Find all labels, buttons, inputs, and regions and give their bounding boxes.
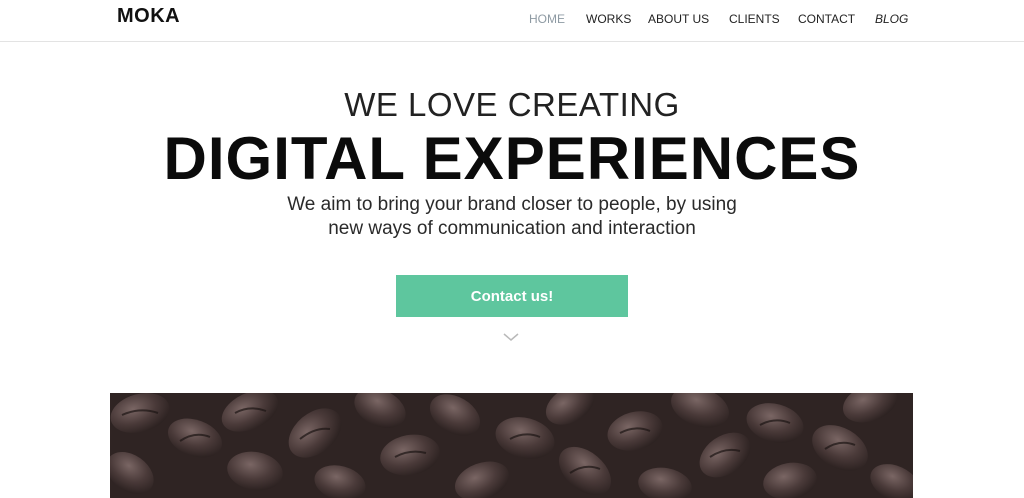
nav-item-contact[interactable]: CONTACT bbox=[798, 12, 855, 26]
hero-subtitle: We aim to bring your brand closer to peo… bbox=[262, 193, 762, 241]
hero-subtitle-line-2: new ways of communication and interactio… bbox=[328, 218, 696, 239]
nav-item-about-us[interactable]: ABOUT US bbox=[648, 12, 709, 26]
hero-pretitle: WE LOVE CREATING bbox=[344, 86, 680, 123]
hero-title: DIGITAL EXPERIENCES bbox=[163, 125, 861, 192]
page: MOKA HOME WORKS ABOUT US CLIENTS CONTACT… bbox=[0, 0, 1024, 498]
coffee-beans-image bbox=[110, 393, 913, 498]
nav-item-clients[interactable]: CLIENTS bbox=[729, 12, 780, 26]
contact-us-button[interactable]: Contact us! bbox=[396, 275, 628, 317]
main-nav: HOME WORKS ABOUT US CLIENTS CONTACT BLOG bbox=[0, 12, 1024, 28]
site-header: MOKA HOME WORKS ABOUT US CLIENTS CONTACT… bbox=[0, 0, 1024, 42]
nav-item-home[interactable]: HOME bbox=[529, 12, 565, 26]
chevron-down-icon[interactable] bbox=[503, 329, 519, 341]
hero-subtitle-line-1: We aim to bring your brand closer to peo… bbox=[287, 194, 737, 215]
nav-item-works[interactable]: WORKS bbox=[586, 12, 631, 26]
nav-item-blog[interactable]: BLOG bbox=[875, 12, 908, 26]
